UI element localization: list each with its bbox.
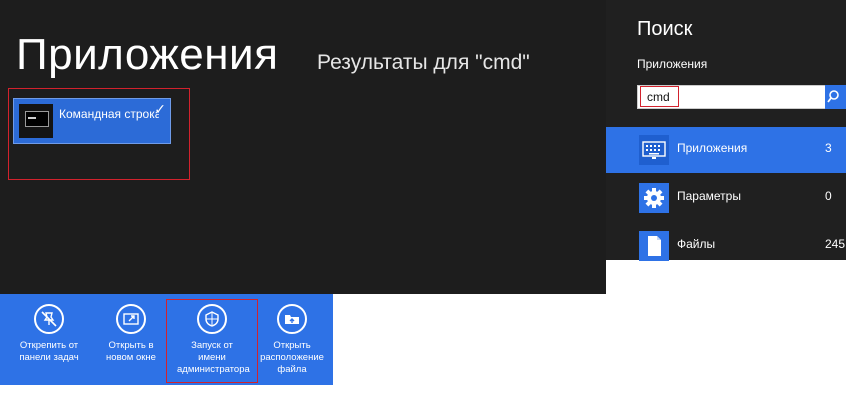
gear-icon [639,183,669,213]
search-result-apps[interactable]: Приложения 3 [606,127,846,173]
search-result-settings[interactable]: Параметры 0 [606,175,846,221]
new-window-label: Открыть в новом окне [106,340,156,363]
tile-highlight-box [8,88,190,180]
search-pane: Поиск Приложения cmd ✕ Прил [606,0,846,261]
admin-highlight-box [166,299,258,383]
new-window-icon [116,304,146,334]
page-title: Приложения [16,30,279,79]
file-icon [639,231,669,261]
search-result-files[interactable]: Файлы 245 [606,223,846,269]
unpin-taskbar-button[interactable]: Открепить от панели задач [14,304,84,364]
open-file-location-button[interactable]: Открыть расположение файла [257,304,327,376]
search-title: Поиск [637,18,693,40]
result-count: 245 [825,237,846,251]
result-count: 0 [825,189,832,203]
search-scope[interactable]: Приложения [637,57,707,71]
open-file-location-label: Открыть расположение файла [260,340,324,375]
open-folder-icon [277,304,307,334]
search-button[interactable] [825,85,846,109]
result-label: Приложения [677,141,748,155]
open-new-window-button[interactable]: Открыть в новом окне [96,304,166,364]
magnifier-icon [827,90,839,103]
result-label: Файлы [677,237,716,251]
apps-screen: Приложения Результаты для "cmd" Командна… [0,0,606,294]
keyboard-icon [639,135,669,165]
result-label: Параметры [677,189,741,203]
results-label: Результаты для "cmd" [317,51,530,74]
unpin-label: Открепить от панели задач [19,340,79,363]
result-count: 3 [825,141,832,155]
query-highlight-box [640,86,679,107]
unpin-icon [34,304,64,334]
